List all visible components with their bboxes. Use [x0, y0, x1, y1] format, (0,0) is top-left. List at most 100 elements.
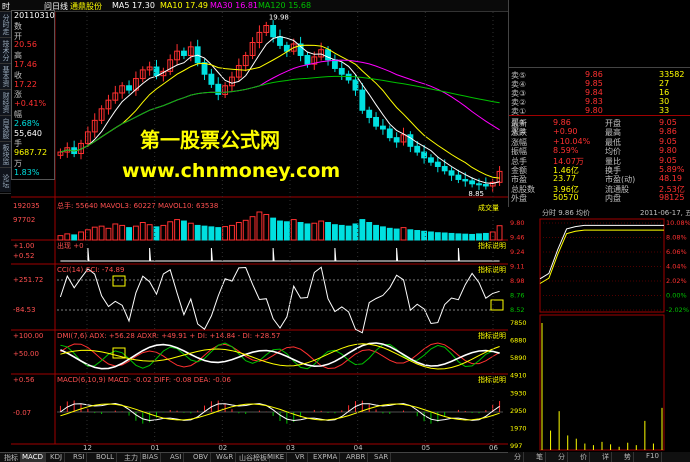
volume-bar — [304, 223, 311, 241]
left-tab-6[interactable]: 论坛 — [0, 168, 11, 194]
volume-bar — [263, 213, 270, 241]
intraday-volume-tick: 5890 — [510, 354, 527, 362]
indicator-tab-15[interactable]: SAR — [372, 453, 392, 462]
right-tab-5[interactable]: 势 — [622, 452, 634, 462]
volume-bar — [400, 227, 407, 241]
intraday-pct-tick: 6.06% — [666, 248, 687, 256]
cci-axis-low: -84.53 — [13, 306, 36, 314]
cci-marker-box — [112, 275, 126, 287]
quote-value: 98125 — [659, 193, 685, 203]
ma10-value: MA10 17.49 — [160, 1, 208, 10]
intraday-price-tick: 8.98 — [510, 277, 524, 285]
candle-body — [359, 89, 366, 111]
quote-label: 外盘 — [511, 194, 527, 204]
max-price-label: 19.98 — [269, 13, 289, 21]
volume-bar — [167, 221, 174, 241]
quote-value: 9.05 — [659, 118, 677, 127]
volume-bar — [311, 222, 318, 241]
candle-body — [386, 128, 393, 139]
info-row-5: 17.46 — [14, 60, 37, 69]
volume-bar — [297, 222, 304, 241]
right-tab-2[interactable]: 分 — [556, 452, 568, 462]
intraday-pct-tick: 8.08% — [666, 234, 687, 242]
min-price-label: 8.85 — [468, 190, 484, 198]
candle-body — [366, 109, 373, 118]
candle-body — [379, 125, 386, 130]
volume-bar — [201, 225, 208, 241]
volume-bar — [496, 225, 503, 241]
left-tab-0[interactable]: 分时走势 — [0, 12, 11, 38]
ma120-value: MA120 15.68 — [258, 1, 312, 10]
indicator-tab-13[interactable]: EXPMA — [311, 453, 341, 462]
volume-bar — [462, 233, 469, 241]
indicator-tab-6[interactable]: BIAS — [140, 453, 162, 462]
quote-value: 8.59% — [553, 146, 579, 156]
indicator-tab-7[interactable]: ASI — [168, 453, 185, 462]
volume-bar — [160, 224, 167, 241]
ma5-value: MA5 17.30 — [112, 1, 155, 10]
sell-level-volume: 27 — [659, 79, 670, 88]
right-tab-1[interactable]: 笔 — [534, 452, 546, 462]
left-tab-2[interactable]: 基本资料 — [0, 64, 11, 90]
intraday-price-frame — [539, 218, 665, 313]
x-tick-label: 02 — [218, 444, 227, 452]
intraday-volume-tick: 1970 — [510, 424, 527, 432]
ma30-value: MA30 16.81 — [210, 1, 258, 10]
left-tab-3[interactable]: 财经资讯 — [0, 90, 11, 116]
volume-panel-tag: 成交量 — [478, 203, 499, 212]
volume-bar — [105, 227, 112, 241]
intraday-avg-line — [539, 229, 664, 284]
candle-body — [469, 180, 476, 185]
left-tab-5[interactable]: 板块监测 — [0, 142, 11, 168]
intraday-price-tick: 9.24 — [510, 248, 524, 256]
indicator-tab-9[interactable]: W&R — [214, 453, 237, 462]
volume-bar — [181, 220, 187, 241]
volume-bar — [482, 232, 489, 241]
indicator-tab-8[interactable]: OBV — [191, 453, 211, 462]
period-label[interactable]: 时 — [2, 1, 10, 12]
x-tick-label: 03 — [286, 444, 295, 452]
intraday-volume-frame — [539, 314, 665, 451]
volume-bar — [373, 224, 379, 241]
volume-bar — [393, 228, 400, 241]
indicator-tab-12[interactable]: VR — [293, 453, 308, 462]
sell-level-price: 9.80 — [585, 106, 603, 115]
stock-chart-area[interactable]: 19.98 8.85 总手: 55640 MAVOL3: 60227 MAVOL10… — [11, 12, 508, 452]
candle-body — [393, 137, 400, 143]
quote-value: 9.86 — [553, 118, 571, 127]
indicator-tab-11[interactable]: MIKE — [265, 453, 288, 462]
volume-bar — [469, 233, 476, 241]
left-tab-4[interactable]: 自选股 — [0, 116, 11, 142]
indicator-tab-0[interactable]: 指标 — [2, 453, 21, 462]
macd-axis-high: +0.56 — [13, 376, 35, 384]
right-tab-4[interactable]: 详 — [600, 452, 612, 462]
indicator-tab-14[interactable]: ARBR — [344, 453, 369, 462]
volume-bar — [194, 224, 201, 241]
volume-bar — [352, 223, 359, 241]
volume-bar — [283, 221, 290, 241]
sell-level-volume: 33 — [659, 106, 670, 115]
indicator-tab-2[interactable]: KDJ — [48, 453, 66, 462]
volume-bar — [476, 233, 482, 241]
volume-bar — [119, 224, 126, 241]
candle-body — [270, 24, 277, 38]
sell-level-price: 9.85 — [585, 79, 603, 88]
indicator-tab-4[interactable]: BOLL — [94, 453, 117, 462]
intraday-header: 分时 9.86 均价 — [542, 208, 590, 217]
indicator-tab-5[interactable]: 主力 — [122, 453, 141, 462]
right-tab-0[interactable]: 分 — [512, 452, 524, 462]
indicator-tab-3[interactable]: RSI — [71, 453, 88, 462]
candle-body — [414, 145, 421, 153]
left-tab-strip: 分时走势技术分析基本资料财经资讯自选股板块监测论坛 — [0, 12, 11, 194]
right-tab-3[interactable]: 价 — [578, 452, 590, 462]
sell-level-volume: 33582 — [659, 70, 685, 79]
candle-info-box: 20110310 数开 20.56 高 17.46 收 17.22 涨 +0.41% 幅 2.68%… — [11, 10, 55, 180]
volume-bar — [132, 225, 139, 241]
intraday-chart[interactable]: 分时 9.86 均价 2011-06-17, 五 9.80 10.08% 9.46 8.… — [508, 207, 690, 452]
indicator-tab-1[interactable]: MACD — [20, 453, 46, 462]
cci-line — [59, 266, 500, 334]
right-tab-6[interactable]: F10 — [644, 452, 662, 462]
left-tab-1[interactable]: 技术分析 — [0, 38, 11, 64]
volume-bar — [441, 232, 448, 241]
volume-bar — [345, 225, 352, 241]
